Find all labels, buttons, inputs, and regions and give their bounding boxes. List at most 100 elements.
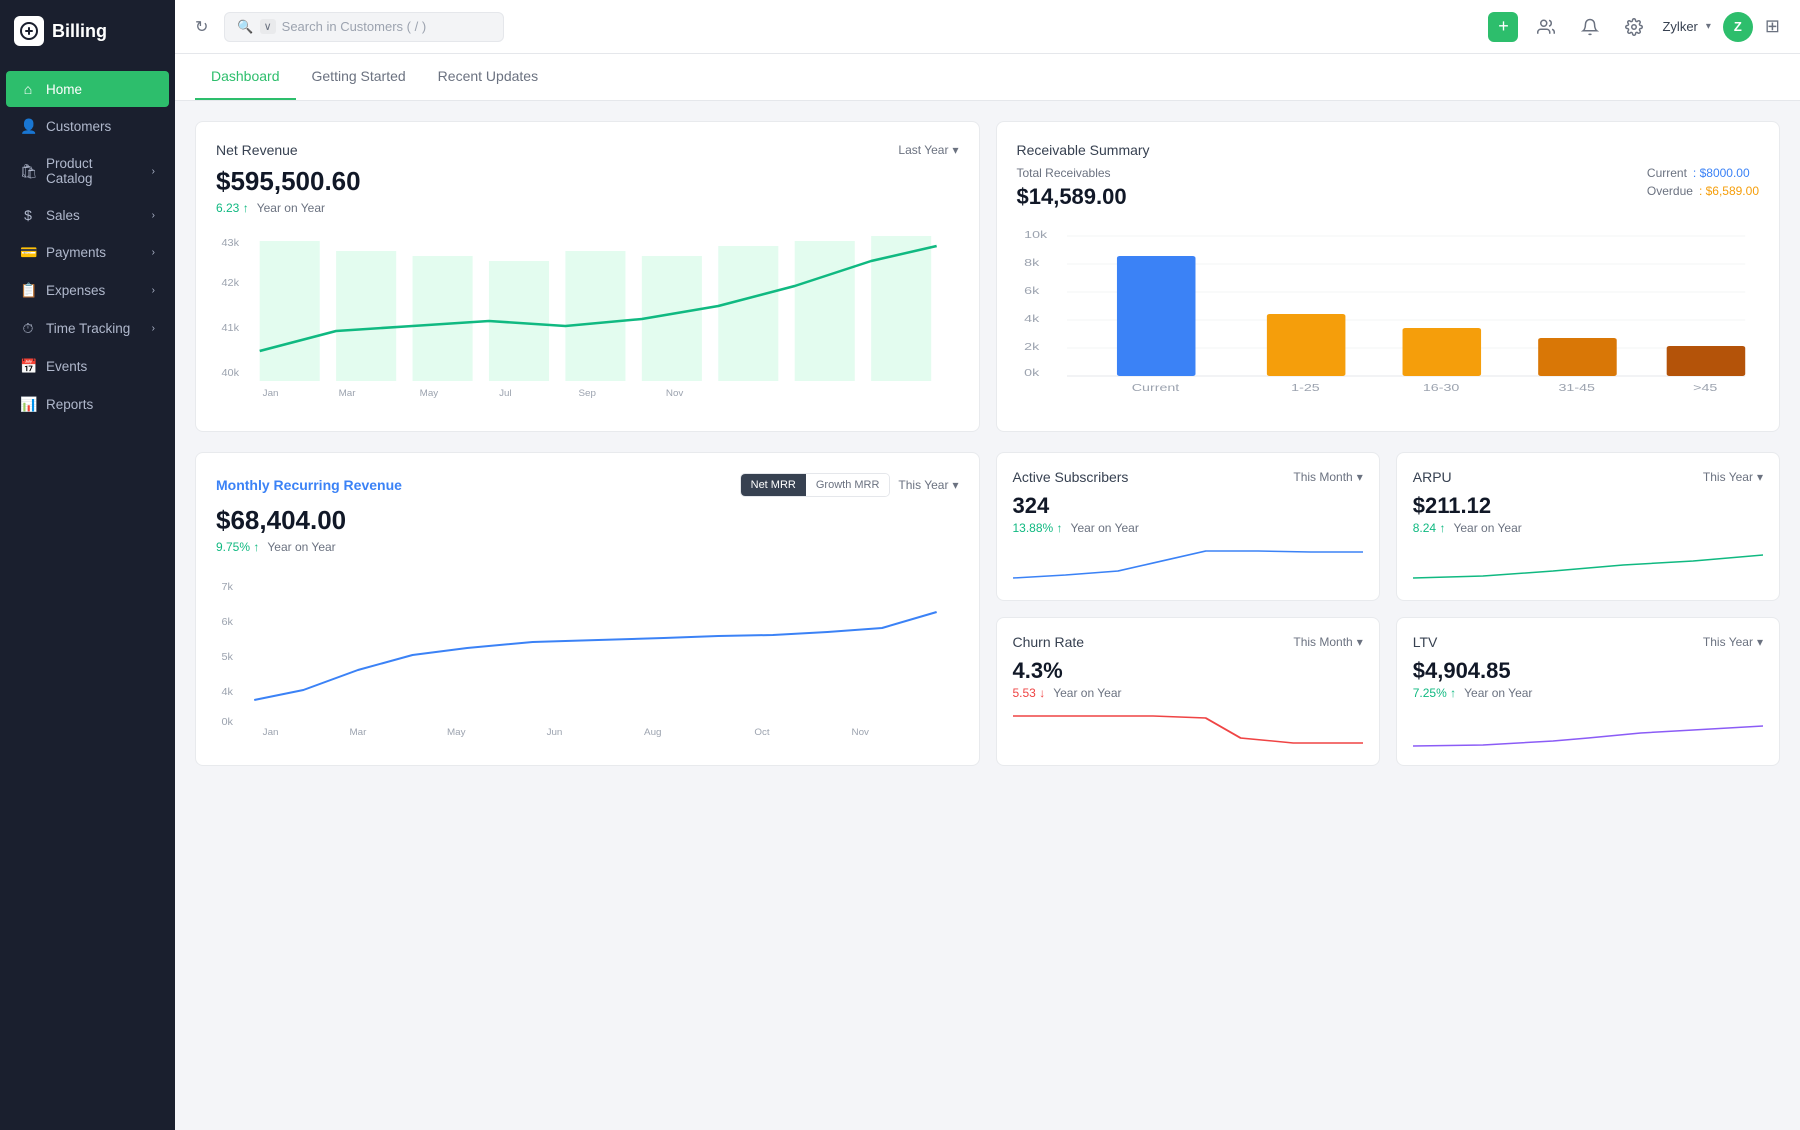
svg-text:41k: 41k bbox=[221, 323, 239, 334]
churn-dropdown-icon: ▾ bbox=[1357, 635, 1363, 649]
sidebar-item-customers[interactable]: 👤 Customers bbox=[6, 108, 169, 145]
tab-getting-started[interactable]: Getting Started bbox=[296, 54, 422, 100]
active-subscribers-title: Active Subscribers bbox=[1013, 469, 1129, 485]
arpu-title: ARPU bbox=[1413, 469, 1452, 485]
arpu-value: $211.12 bbox=[1413, 493, 1763, 519]
receivable-legend: Current : $8000.00 Overdue : $6,589.00 bbox=[1647, 166, 1759, 198]
settings-icon[interactable] bbox=[1618, 11, 1650, 43]
svg-text:1-25: 1-25 bbox=[1291, 382, 1320, 393]
net-revenue-header: Net Revenue Last Year ▾ bbox=[216, 142, 959, 158]
svg-text:Aug: Aug bbox=[644, 726, 661, 737]
churn-rate-period[interactable]: This Month ▾ bbox=[1293, 635, 1362, 649]
churn-rate-trend: 5.53 ↓ Year on Year bbox=[1013, 686, 1363, 700]
sidebar-nav: ⌂ Home 👤 Customers 🛍 Product Catalog › $… bbox=[0, 62, 175, 1130]
search-input[interactable] bbox=[282, 19, 492, 34]
arpu-trend: 8.24 ↑ Year on Year bbox=[1413, 521, 1763, 535]
chevron-right-sales-icon: › bbox=[152, 210, 155, 221]
refresh-icon[interactable]: ↻ bbox=[195, 17, 208, 37]
reports-icon: 📊 bbox=[20, 396, 36, 413]
notifications-icon[interactable] bbox=[1574, 11, 1606, 43]
mrr-title: Monthly Recurring Revenue bbox=[216, 477, 402, 493]
tab-dashboard[interactable]: Dashboard bbox=[195, 54, 296, 100]
sidebar-item-sales[interactable]: $ Sales › bbox=[6, 197, 169, 233]
net-mrr-button[interactable]: Net MRR bbox=[741, 474, 806, 496]
home-icon: ⌂ bbox=[20, 81, 36, 97]
app-name: Billing bbox=[52, 21, 107, 42]
chevron-right-payments-icon: › bbox=[152, 247, 155, 258]
svg-text:7k: 7k bbox=[221, 582, 233, 593]
search-bar[interactable]: 🔍 ∨ bbox=[224, 12, 504, 42]
svg-text:31-45: 31-45 bbox=[1558, 382, 1595, 393]
sidebar-item-home[interactable]: ⌂ Home bbox=[6, 71, 169, 107]
ltv-period[interactable]: This Year ▾ bbox=[1703, 635, 1763, 649]
svg-text:6k: 6k bbox=[221, 617, 233, 628]
sidebar-item-time-tracking-label: Time Tracking bbox=[46, 321, 130, 336]
sales-icon: $ bbox=[20, 207, 36, 223]
mrr-period[interactable]: This Year ▾ bbox=[898, 478, 958, 492]
arpu-header: ARPU This Year ▾ bbox=[1413, 469, 1763, 485]
ltv-title: LTV bbox=[1413, 634, 1438, 650]
sidebar-item-time-tracking[interactable]: ⏱ Time Tracking › bbox=[6, 310, 169, 347]
sidebar-item-reports-label: Reports bbox=[46, 397, 93, 412]
svg-text:>45: >45 bbox=[1693, 382, 1717, 393]
user-menu[interactable]: Zylker ▾ bbox=[1662, 19, 1710, 34]
active-subscribers-header: Active Subscribers This Month ▾ bbox=[1013, 469, 1363, 485]
mrr-value: $68,404.00 bbox=[216, 505, 959, 536]
active-subscribers-card: Active Subscribers This Month ▾ 324 13.8… bbox=[996, 452, 1380, 601]
main-content: ↻ 🔍 ∨ + Zylker ▾ Z ⊞ Dashboard bbox=[175, 0, 1800, 1130]
mrr-header: Monthly Recurring Revenue Net MRR Growth… bbox=[216, 473, 959, 497]
app-logo[interactable]: Billing bbox=[0, 0, 175, 62]
active-subscribers-period[interactable]: This Month ▾ bbox=[1293, 470, 1362, 484]
top-cards-grid: Net Revenue Last Year ▾ $595,500.60 6.23… bbox=[175, 101, 1800, 452]
topbar: ↻ 🔍 ∨ + Zylker ▾ Z ⊞ bbox=[175, 0, 1800, 54]
svg-text:2k: 2k bbox=[1024, 341, 1040, 352]
svg-text:8k: 8k bbox=[1024, 257, 1040, 268]
arpu-sparkline bbox=[1413, 543, 1763, 583]
payments-icon: 💳 bbox=[20, 244, 36, 261]
add-button[interactable]: + bbox=[1488, 12, 1518, 42]
svg-text:Nov: Nov bbox=[852, 726, 870, 737]
chevron-right-timetracking-icon: › bbox=[152, 323, 155, 334]
tab-recent-updates[interactable]: Recent Updates bbox=[422, 54, 554, 100]
net-revenue-period[interactable]: Last Year ▾ bbox=[898, 143, 958, 157]
svg-text:Jul: Jul bbox=[499, 387, 512, 398]
users-icon[interactable] bbox=[1530, 11, 1562, 43]
sidebar-item-reports[interactable]: 📊 Reports bbox=[6, 386, 169, 423]
sidebar-item-events[interactable]: 📅 Events bbox=[6, 348, 169, 385]
svg-text:Mar: Mar bbox=[339, 387, 356, 398]
tabs: Dashboard Getting Started Recent Updates bbox=[175, 54, 1800, 101]
receivable-summary-card: Receivable Summary Total Receivables $14… bbox=[996, 121, 1781, 432]
user-name: Zylker bbox=[1662, 19, 1697, 34]
mrr-trend: 9.75% ↑ Year on Year bbox=[216, 540, 959, 554]
sidebar-item-payments[interactable]: 💳 Payments › bbox=[6, 234, 169, 271]
net-revenue-trend-value: 6.23 ↑ bbox=[216, 201, 249, 215]
svg-text:5k: 5k bbox=[221, 652, 233, 663]
chevron-right-icon: › bbox=[152, 166, 155, 177]
logo-icon bbox=[14, 16, 44, 46]
receivable-title: Receivable Summary bbox=[1017, 142, 1150, 158]
dashboard-content: Net Revenue Last Year ▾ $595,500.60 6.23… bbox=[175, 101, 1800, 1130]
active-subscribers-sparkline bbox=[1013, 543, 1363, 583]
sidebar-item-expenses[interactable]: 📋 Expenses › bbox=[6, 272, 169, 309]
svg-text:Current: Current bbox=[1131, 382, 1179, 393]
sidebar-item-sales-label: Sales bbox=[46, 208, 80, 223]
ltv-card: LTV This Year ▾ $4,904.85 7.25% ↑ Year o… bbox=[1396, 617, 1780, 766]
net-revenue-trend: 6.23 ↑ Year on Year bbox=[216, 201, 959, 215]
overdue-label: Overdue bbox=[1647, 184, 1693, 198]
grid-icon[interactable]: ⊞ bbox=[1765, 16, 1780, 37]
mrr-chart: 7k 6k 5k 4k 0k Jan Mar May Jun Aug Oct N… bbox=[216, 570, 959, 745]
current-label: Current bbox=[1647, 166, 1687, 180]
user-avatar[interactable]: Z bbox=[1723, 12, 1753, 42]
sidebar-item-events-label: Events bbox=[46, 359, 87, 374]
search-filter-badge[interactable]: ∨ bbox=[260, 19, 276, 34]
ltv-value: $4,904.85 bbox=[1413, 658, 1763, 684]
svg-text:May: May bbox=[420, 387, 439, 398]
svg-text:43k: 43k bbox=[221, 238, 239, 249]
arpu-period[interactable]: This Year ▾ bbox=[1703, 470, 1763, 484]
growth-mrr-button[interactable]: Growth MRR bbox=[806, 474, 890, 496]
sidebar-item-product-catalog[interactable]: 🛍 Product Catalog › bbox=[6, 146, 169, 196]
mrr-trend-value: 9.75% ↑ bbox=[216, 540, 259, 554]
sidebar-item-payments-label: Payments bbox=[46, 245, 106, 260]
total-receivables-value: $14,589.00 bbox=[1017, 184, 1127, 210]
net-revenue-card: Net Revenue Last Year ▾ $595,500.60 6.23… bbox=[195, 121, 980, 432]
